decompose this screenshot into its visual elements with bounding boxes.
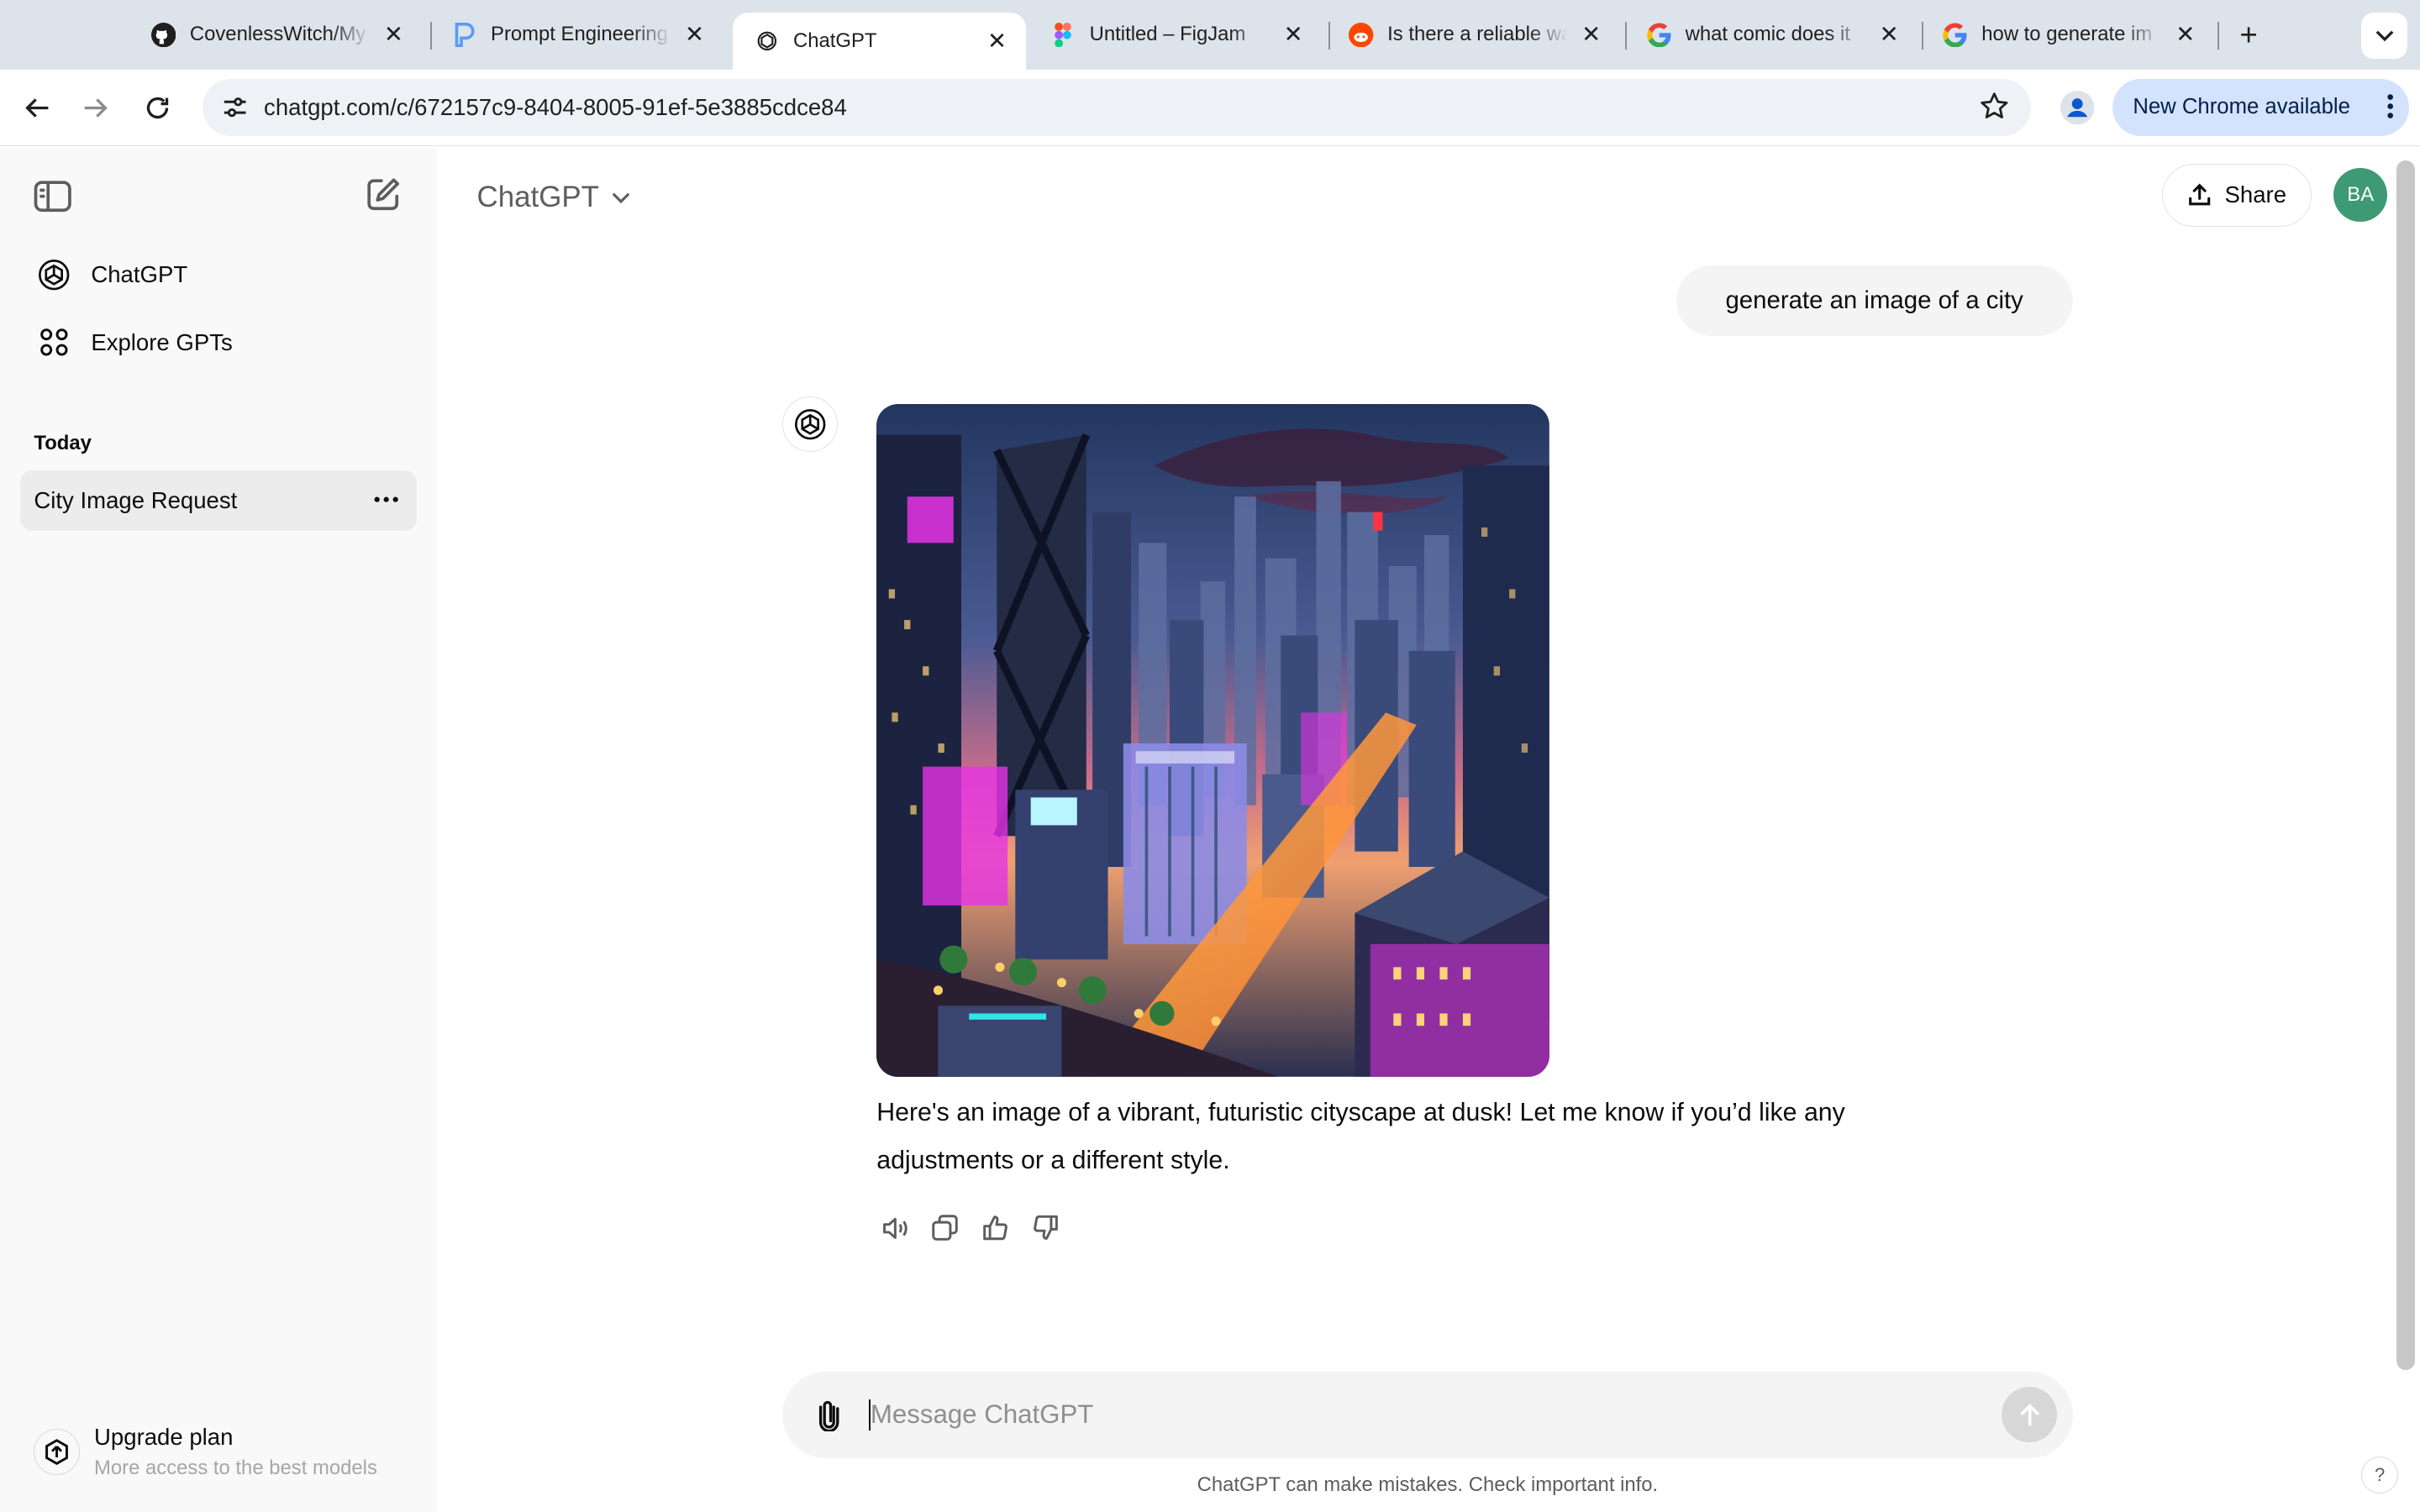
upgrade-plan-title: Upgrade plan — [94, 1424, 234, 1451]
browser-tab-strip: CovenlessWitch/My ✕ Prompt Engineering ✕… — [0, 0, 2420, 70]
chat-main: ChatGPT Share BA generate an image of a … — [436, 148, 2420, 1512]
scrollbar[interactable] — [2396, 160, 2416, 1370]
share-button[interactable]: Share — [2162, 163, 2312, 227]
p-logo-icon — [452, 22, 476, 47]
browser-tab[interactable]: how to generate im ✕ — [1922, 0, 2215, 70]
back-button[interactable] — [15, 87, 58, 129]
kebab-menu-icon — [2387, 94, 2394, 119]
sidebar-toggle-icon[interactable] — [31, 175, 74, 218]
sidebar-item-explore-gpts[interactable]: Explore GPTs — [20, 313, 417, 372]
site-info-icon[interactable] — [214, 87, 256, 129]
thumbs-down-icon[interactable] — [1027, 1210, 1064, 1247]
disclaimer-text: ChatGPT can make mistakes. Check importa… — [1197, 1473, 1659, 1497]
person-icon — [2060, 91, 2095, 125]
more-options-icon[interactable] — [371, 485, 402, 516]
github-icon — [150, 22, 176, 47]
upgrade-plan-button[interactable]: Upgrade plan More access to the best mod… — [20, 1413, 417, 1490]
chevron-down-icon — [2375, 30, 2394, 42]
google-icon — [1943, 23, 1967, 47]
address-bar[interactable]: chatgpt.com/c/672157c9-8404-8005-91ef-5e… — [202, 78, 2032, 136]
user-message: generate an image of a city — [1676, 265, 2073, 337]
openai-icon — [782, 396, 839, 453]
chat-history-item[interactable]: City Image Request — [19, 470, 417, 531]
avatar[interactable]: BA — [2333, 168, 2388, 223]
sidebar: ChatGPT Explore GPTs Today City Image Re… — [0, 148, 437, 1512]
sidebar-item-label: ChatGPT — [91, 260, 188, 287]
sidebar-item-chatgpt[interactable]: ChatGPT — [20, 245, 417, 304]
chrome-update-label: New Chrome available — [2133, 95, 2350, 119]
tab-title: how to generate im — [1981, 23, 2153, 46]
tab-title: what comic does it — [1685, 23, 1850, 46]
tab-separator — [2217, 21, 2220, 50]
bookmark-star-icon[interactable] — [1979, 91, 2010, 122]
city-illustration — [876, 404, 1550, 1077]
grid-icon — [34, 323, 74, 363]
share-icon — [2189, 183, 2211, 205]
upgrade-icon — [34, 1428, 81, 1475]
close-icon[interactable]: ✕ — [1577, 21, 1605, 49]
sidebar-item-label: Explore GPTs — [91, 328, 233, 355]
reddit-icon — [1349, 22, 1374, 47]
close-icon[interactable]: ✕ — [1280, 21, 1307, 49]
arrow-right-icon — [85, 98, 108, 118]
copy-icon[interactable] — [927, 1210, 964, 1247]
message-composer — [782, 1371, 2073, 1458]
tab-title: Prompt Engineering — [491, 23, 668, 46]
url-text[interactable]: chatgpt.com/c/672157c9-8404-8005-91ef-5e… — [264, 94, 847, 121]
forward-button[interactable] — [74, 87, 117, 129]
close-icon[interactable]: ✕ — [1876, 21, 1903, 49]
new-chat-icon[interactable] — [361, 173, 404, 216]
model-selector[interactable]: ChatGPT — [477, 176, 630, 218]
browser-tab[interactable]: CovenlessWitch/My ✕ — [129, 0, 423, 70]
message-input[interactable] — [870, 1398, 1982, 1432]
reload-button[interactable] — [136, 87, 179, 129]
tab-title: Is there a reliable way — [1387, 23, 1569, 46]
tab-search-button[interactable] — [2361, 12, 2408, 59]
close-icon[interactable]: ✕ — [380, 21, 408, 49]
assistant-message: Here's an image of a vibrant, futuristic… — [876, 1098, 1845, 1174]
browser-tab[interactable]: Prompt Engineering ✕ — [430, 0, 723, 70]
close-icon[interactable]: ✕ — [2171, 21, 2199, 49]
chat-history-title: City Image Request — [34, 486, 238, 513]
message-actions — [876, 1210, 1077, 1247]
send-button[interactable] — [2002, 1387, 2058, 1443]
upgrade-plan-subtitle: More access to the best models — [94, 1456, 377, 1479]
chevron-down-icon — [612, 192, 629, 203]
browser-tab[interactable]: Is there a reliable way ✕ — [1328, 0, 1621, 70]
figma-icon — [1051, 22, 1076, 47]
close-icon[interactable]: ✕ — [681, 21, 708, 49]
browser-tab-active[interactable]: ChatGPT ✕ — [733, 12, 1027, 70]
arrow-left-icon — [24, 98, 48, 118]
reload-icon — [146, 97, 169, 119]
browser-tab[interactable]: what comic does it ✕ — [1625, 0, 1918, 70]
tab-title: ChatGPT — [793, 29, 877, 52]
google-icon — [1646, 23, 1671, 47]
help-button[interactable]: ? — [2361, 1456, 2399, 1494]
openai-icon — [755, 29, 779, 53]
tab-title: CovenlessWitch/My — [189, 23, 366, 46]
share-label: Share — [2224, 181, 2287, 208]
model-label: ChatGPT — [476, 181, 599, 214]
browser-tab[interactable]: Untitled – FigJam ✕ — [1029, 0, 1323, 70]
read-aloud-icon[interactable] — [876, 1210, 913, 1247]
paperclip-icon[interactable] — [808, 1394, 849, 1435]
tab-title: Untitled – FigJam — [1089, 23, 1246, 46]
openai-icon — [34, 255, 74, 295]
profile-button[interactable] — [2055, 87, 2098, 129]
new-tab-button[interactable]: + — [2232, 18, 2265, 52]
browser-toolbar: chatgpt.com/c/672157c9-8404-8005-91ef-5e… — [0, 69, 2420, 147]
arrow-up-icon — [2020, 1403, 2039, 1426]
close-icon[interactable]: ✕ — [983, 27, 1011, 55]
chrome-update-button[interactable]: New Chrome available — [2112, 78, 2410, 136]
thumbs-up-icon[interactable] — [977, 1210, 1014, 1247]
generated-city-image[interactable] — [876, 404, 1550, 1077]
sidebar-section-title: Today — [34, 432, 92, 455]
